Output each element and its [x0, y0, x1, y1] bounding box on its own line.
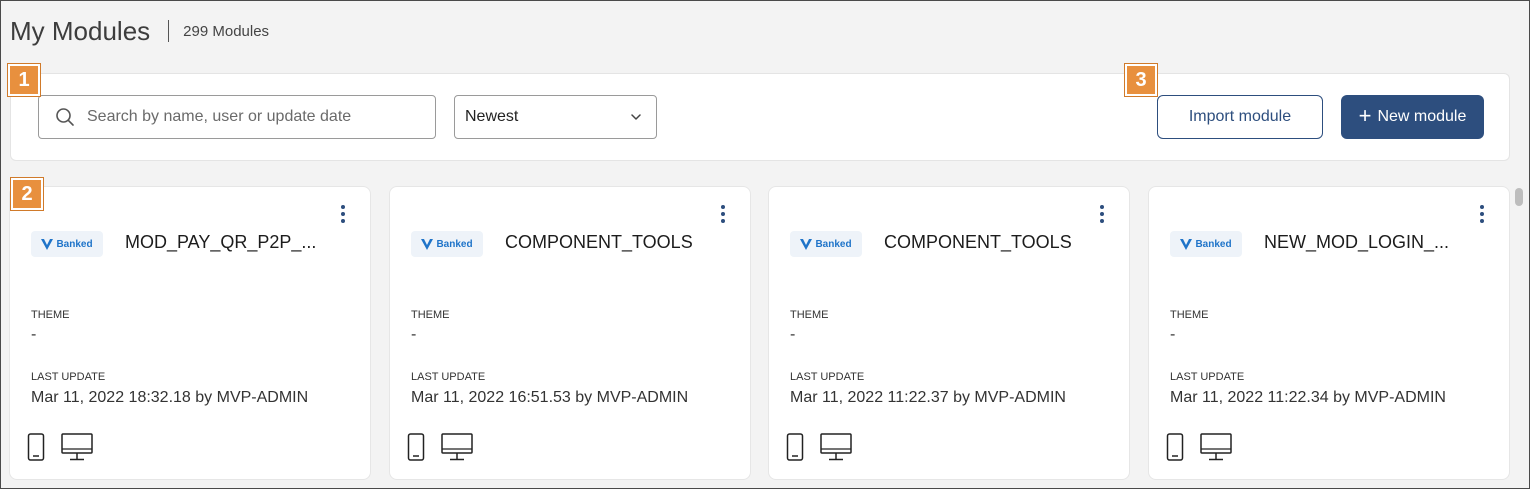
last-update-label: LAST UPDATE	[1170, 371, 1245, 383]
brand-label: Banked	[436, 238, 473, 250]
callout-badge-2: 2	[11, 178, 43, 210]
module-name: COMPONENT_TOOLS	[505, 232, 693, 252]
kebab-menu-icon[interactable]	[340, 205, 346, 223]
module-name: NEW_MOD_LOGIN_...	[1264, 232, 1450, 252]
callout-badge-3: 3	[1125, 64, 1157, 96]
search-icon	[56, 108, 74, 126]
theme-value: -	[1170, 326, 1176, 343]
header-divider	[168, 20, 170, 42]
module-card-grid: Banked MOD_PAY_QR_P2P_... THEME - LAST U…	[9, 186, 1511, 486]
theme-label: THEME	[31, 309, 70, 321]
desktop-device-icon	[1200, 433, 1232, 461]
device-icons	[1166, 433, 1232, 461]
last-update-label: LAST UPDATE	[790, 371, 865, 383]
module-card[interactable]: Banked COMPONENT_TOOLS THEME - LAST UPDA…	[768, 186, 1130, 480]
import-module-button[interactable]: Import module	[1157, 95, 1323, 139]
device-icons	[27, 433, 93, 461]
page-title: My Modules	[10, 15, 151, 46]
kebab-menu-icon[interactable]	[1099, 205, 1105, 223]
new-module-label: New module	[1377, 108, 1467, 125]
mobile-device-icon	[786, 433, 804, 461]
device-icons	[407, 433, 473, 461]
banked-logo-icon: Banked	[790, 231, 862, 257]
sort-dropdown[interactable]: Newest	[454, 95, 657, 139]
last-update-value: Mar 11, 2022 11:22.34 by MVP-ADMIN	[1170, 389, 1446, 406]
last-update-value: Mar 11, 2022 11:22.37 by MVP-ADMIN	[790, 389, 1066, 406]
brand-label: Banked	[1195, 238, 1232, 250]
mobile-device-icon	[407, 433, 425, 461]
theme-label: THEME	[411, 309, 450, 321]
brand-label: Banked	[815, 238, 852, 250]
callout-badge-1: 1	[8, 64, 40, 96]
sort-selected-value: Newest	[465, 108, 519, 125]
module-name: COMPONENT_TOOLS	[884, 232, 1072, 252]
theme-value: -	[411, 326, 417, 343]
device-icons	[786, 433, 852, 461]
desktop-device-icon	[61, 433, 93, 461]
kebab-menu-icon[interactable]	[720, 205, 726, 223]
kebab-menu-icon[interactable]	[1479, 205, 1485, 223]
module-card[interactable]: Banked NEW_MOD_LOGIN_... THEME - LAST UP…	[1148, 186, 1510, 480]
mobile-device-icon	[27, 433, 45, 461]
mobile-device-icon	[1166, 433, 1184, 461]
theme-value: -	[31, 326, 37, 343]
module-card[interactable]: Banked MOD_PAY_QR_P2P_... THEME - LAST U…	[9, 186, 371, 480]
banked-logo-icon: Banked	[31, 231, 103, 257]
banked-logo-icon: Banked	[1170, 231, 1242, 257]
banked-logo-icon: Banked	[411, 231, 483, 257]
page-header: My Modules 299 Modules	[10, 14, 269, 48]
scrollbar-thumb[interactable]	[1515, 188, 1523, 206]
brand-label: Banked	[56, 238, 93, 250]
module-name: MOD_PAY_QR_P2P_...	[125, 232, 317, 252]
last-update-label: LAST UPDATE	[411, 371, 486, 383]
desktop-device-icon	[820, 433, 852, 461]
module-toolbar: Newest Import module + New module	[10, 73, 1510, 161]
last-update-value: Mar 11, 2022 18:32.18 by MVP-ADMIN	[31, 389, 309, 406]
search-box[interactable]	[38, 95, 436, 139]
theme-label: THEME	[790, 309, 829, 321]
theme-value: -	[790, 326, 796, 343]
plus-icon: +	[1358, 103, 1372, 128]
module-card[interactable]: Banked COMPONENT_TOOLS THEME - LAST UPDA…	[389, 186, 751, 480]
theme-label: THEME	[1170, 309, 1209, 321]
last-update-value: Mar 11, 2022 16:51.53 by MVP-ADMIN	[411, 389, 689, 406]
new-module-button[interactable]: + New module	[1341, 95, 1484, 139]
last-update-label: LAST UPDATE	[31, 371, 106, 383]
module-count: 299 Modules	[183, 22, 270, 40]
desktop-device-icon	[441, 433, 473, 461]
chevron-down-icon	[631, 114, 641, 120]
search-input[interactable]	[87, 108, 407, 126]
